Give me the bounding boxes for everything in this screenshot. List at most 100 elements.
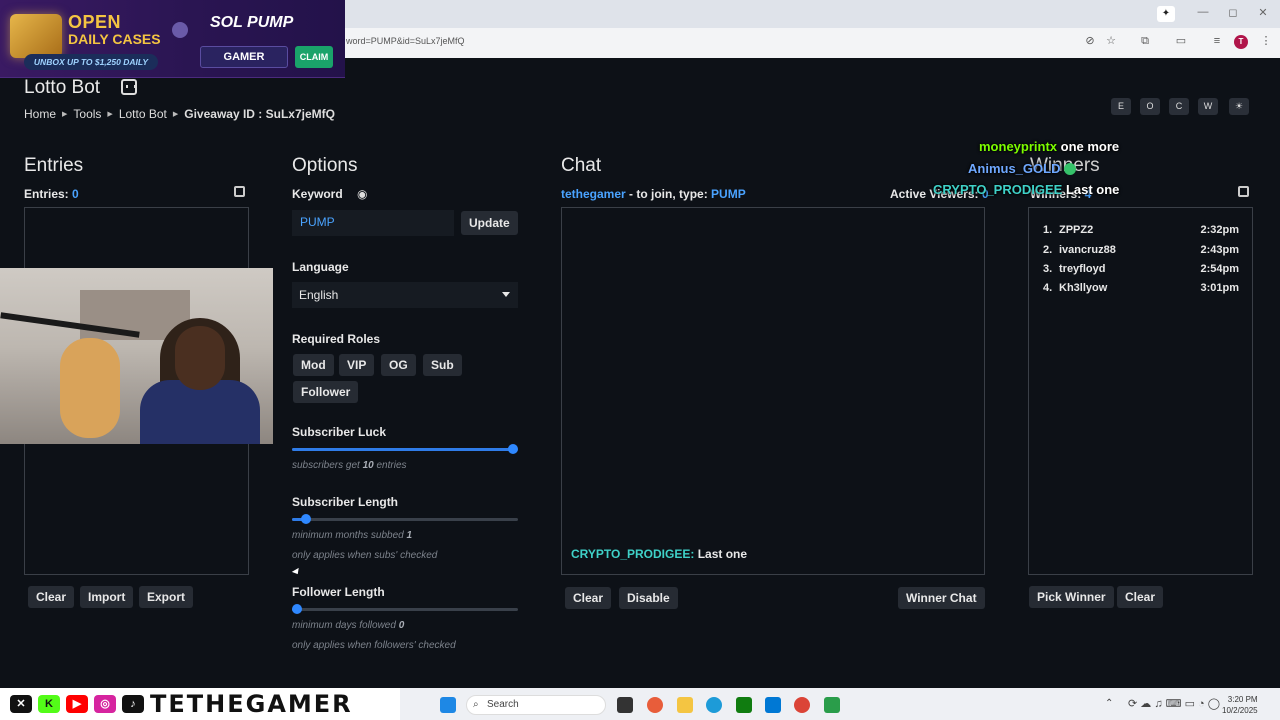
xbox-icon[interactable] xyxy=(736,697,752,713)
language-value: English xyxy=(299,288,339,302)
role-sub-toggle[interactable]: Sub xyxy=(423,354,462,376)
camera-blocked-icon[interactable]: ⊘ xyxy=(1083,34,1097,48)
youtube-icon: ▶ xyxy=(66,695,88,713)
overlay-chat-message: moneyprintx one more xyxy=(979,139,1120,154)
copy-icon[interactable] xyxy=(234,186,245,197)
breadcrumb: Home ▶ Tools ▶ Lotto Bot ▶ Giveaway ID :… xyxy=(24,107,335,121)
theme-button-e[interactable]: E xyxy=(1111,98,1131,115)
tab-strip xyxy=(345,0,1280,28)
ad-headline: OPEN xyxy=(68,12,122,32)
sub-length-label: Subscriber Length xyxy=(292,495,399,509)
update-button[interactable]: Update xyxy=(461,211,518,235)
store-icon[interactable] xyxy=(765,697,781,713)
split-view-icon[interactable]: ▭ xyxy=(1174,34,1188,48)
follow-length-hint: minimum days followed 0 xyxy=(292,620,405,631)
caret-right-icon: ▶ xyxy=(62,111,68,118)
sub-length-note: only applies when subs' checked xyxy=(292,550,438,561)
winner-row[interactable]: 4. Kh3llyow 3:01pm xyxy=(1043,282,1239,294)
taskbar-clock[interactable]: 3:20 PM 10/2/2025 xyxy=(1222,694,1258,716)
chat-message: CRYPTO_PRODIGEE: Last one xyxy=(571,547,748,561)
ad-subheadline: DAILY CASES xyxy=(68,31,161,47)
role-mod-toggle[interactable]: Mod xyxy=(293,354,334,376)
sub-length-slider[interactable] xyxy=(292,513,518,525)
role-og-toggle[interactable]: OG xyxy=(381,354,416,376)
follow-length-label: Follower Length xyxy=(292,585,385,599)
overlay-chat-message: CRYPTO_PRODIGEE Last one xyxy=(933,182,1120,197)
task-view-icon[interactable] xyxy=(617,697,633,713)
winner-chat-button[interactable]: Winner Chat xyxy=(898,587,985,609)
language-label: Language xyxy=(292,260,349,274)
disable-button[interactable]: Disable xyxy=(619,587,678,609)
pick-winner-button[interactable]: Pick Winner xyxy=(1029,586,1114,608)
keyword-label: Keyword xyxy=(292,187,343,201)
webcam-overlay xyxy=(0,268,273,444)
webcam-head xyxy=(175,326,225,390)
eye-icon[interactable]: ◉ xyxy=(357,187,367,201)
tray-chevron-icon[interactable]: ⌃ xyxy=(1105,698,1113,709)
taskbar-search[interactable]: Search xyxy=(466,695,606,715)
winner-row[interactable]: 2. ivancruz88 2:43pm xyxy=(1043,244,1239,256)
slider-thumb[interactable] xyxy=(292,604,302,614)
ad-tagline: UNBOX UP TO $1,250 DAILY xyxy=(24,54,158,70)
theme-button-o[interactable]: O xyxy=(1140,98,1160,115)
ad-claim-button: CLAIM xyxy=(295,46,333,68)
copilot-app-icon[interactable] xyxy=(647,697,663,713)
language-select[interactable]: English xyxy=(292,282,518,308)
sun-icon[interactable]: ☀ xyxy=(1229,98,1249,115)
breadcrumb-home[interactable]: Home xyxy=(24,107,56,121)
follow-length-slider[interactable] xyxy=(292,603,518,615)
keyword-input[interactable]: PUMP xyxy=(292,210,454,236)
obs-icon[interactable] xyxy=(824,697,840,713)
channel-name: TETHEGAMER xyxy=(150,690,353,718)
theme-button-w[interactable]: W xyxy=(1198,98,1218,115)
windows-start-icon[interactable] xyxy=(440,697,456,713)
search-icon: ⌕ xyxy=(473,699,479,710)
ad-code: GAMER xyxy=(200,46,288,68)
menu-icon[interactable]: ⋮ xyxy=(1259,34,1273,48)
role-follower-toggle[interactable]: Follower xyxy=(293,381,359,403)
caret-right-icon: ▶ xyxy=(172,111,179,118)
chat-log[interactable] xyxy=(561,207,985,575)
robot-icon xyxy=(121,79,137,95)
url-text[interactable]: word=PUMP&id=SuLx7jeMfQ xyxy=(346,36,465,46)
join-instructions: tethegamer - to join, type: PUMP xyxy=(561,187,746,201)
mouse-cursor xyxy=(291,567,302,577)
sol-coin-icon xyxy=(172,22,188,38)
role-vip-toggle[interactable]: VIP xyxy=(339,354,375,376)
instagram-icon: ◎ xyxy=(94,695,116,713)
chrome-icon[interactable] xyxy=(794,697,810,713)
winner-row[interactable]: 1. ZPPZ2 2:32pm xyxy=(1043,224,1239,236)
slider-thumb[interactable] xyxy=(301,514,311,524)
badge-icon xyxy=(1064,163,1076,175)
edge-icon[interactable] xyxy=(706,697,722,713)
extensions-icon[interactable]: ⧉ xyxy=(1138,34,1152,48)
maximize-button[interactable]: ◻ xyxy=(1218,6,1248,19)
slider-thumb[interactable] xyxy=(508,444,518,454)
media-icon[interactable]: ≡ xyxy=(1210,34,1224,48)
close-window-button[interactable]: ✕ xyxy=(1248,6,1278,19)
theme-button-c[interactable]: C xyxy=(1169,98,1189,115)
entries-clear-button[interactable]: Clear xyxy=(28,586,75,608)
sub-luck-slider[interactable] xyxy=(292,443,518,455)
entries-title: Entries xyxy=(24,155,84,176)
options-title: Options xyxy=(292,155,358,176)
ad-brand: SOL PUMP xyxy=(210,14,294,31)
tray-icons[interactable]: ⟳ ☁ ♫ ⌨ ▭ ◔ ◯ xyxy=(1128,697,1220,710)
file-explorer-icon[interactable] xyxy=(677,697,693,713)
chat-clear-button[interactable]: Clear xyxy=(565,587,612,609)
export-button[interactable]: Export xyxy=(139,586,194,608)
copy-icon[interactable] xyxy=(1238,186,1249,197)
breadcrumb-giveaway-id: Giveaway ID : SuLx7jeMfQ xyxy=(184,107,335,121)
winner-row[interactable]: 3. treyfloyd 2:54pm xyxy=(1043,263,1239,275)
import-button[interactable]: Import xyxy=(80,586,134,608)
breadcrumb-tools[interactable]: Tools xyxy=(73,107,101,121)
minimize-button[interactable]: — xyxy=(1188,6,1218,18)
chat-title: Chat xyxy=(561,155,602,176)
follow-length-note: only applies when followers' checked xyxy=(292,640,456,651)
overlay-chat-message: Animus_GOLD xyxy=(968,161,1061,176)
breadcrumb-lotto-bot[interactable]: Lotto Bot xyxy=(119,107,167,121)
copilot-icon[interactable]: ✦ xyxy=(1157,6,1175,22)
winners-clear-button[interactable]: Clear xyxy=(1117,586,1164,608)
profile-avatar[interactable]: T xyxy=(1234,35,1248,49)
bookmark-star-icon[interactable]: ☆ xyxy=(1104,34,1118,48)
